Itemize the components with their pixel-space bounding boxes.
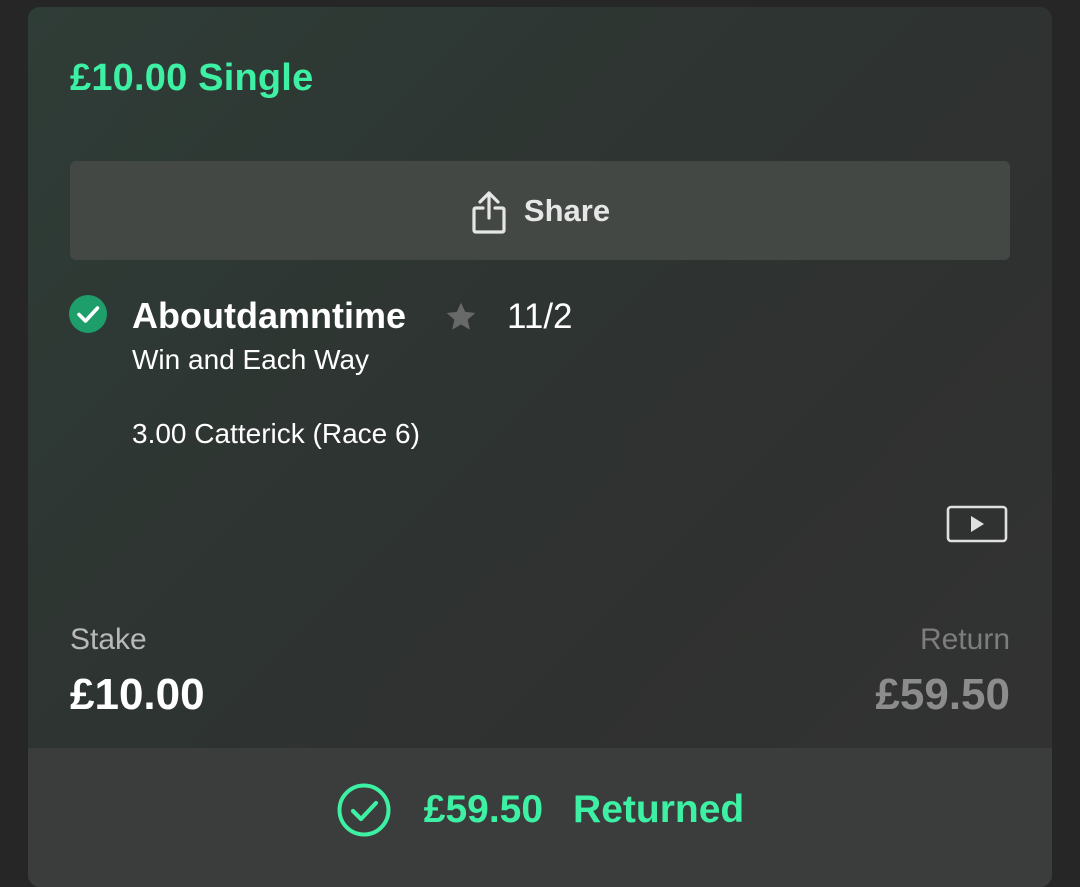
returned-amount: £59.50	[423, 788, 544, 831]
check-circle-outline-icon	[336, 782, 392, 838]
stake-label: Stake	[70, 623, 147, 656]
share-icon	[470, 189, 508, 235]
bet-result-bar: £59.50 Returned	[28, 748, 1052, 887]
selection-name: Aboutdamntime	[132, 295, 406, 336]
check-circle-icon	[69, 295, 107, 333]
return-value: £59.50	[875, 670, 1010, 719]
market-name: Win and Each Way	[132, 344, 370, 375]
share-button[interactable]: Share	[70, 161, 1010, 260]
stake-value: £10.00	[70, 670, 205, 719]
event-name: 3.00 Catterick (Race 6)	[132, 418, 420, 449]
bet-status: Returned	[573, 788, 745, 831]
return-label: Return	[919, 623, 1010, 656]
bet-card: £10.00 Single Share Aboutdamntime 11/2 W…	[28, 7, 1052, 887]
selection-odds: 11/2	[507, 297, 573, 336]
bet-title: £10.00 Single	[70, 57, 314, 99]
share-button-label: Share	[523, 192, 611, 228]
star-icon[interactable]	[443, 299, 479, 335]
play-video-icon[interactable]	[946, 505, 1008, 543]
